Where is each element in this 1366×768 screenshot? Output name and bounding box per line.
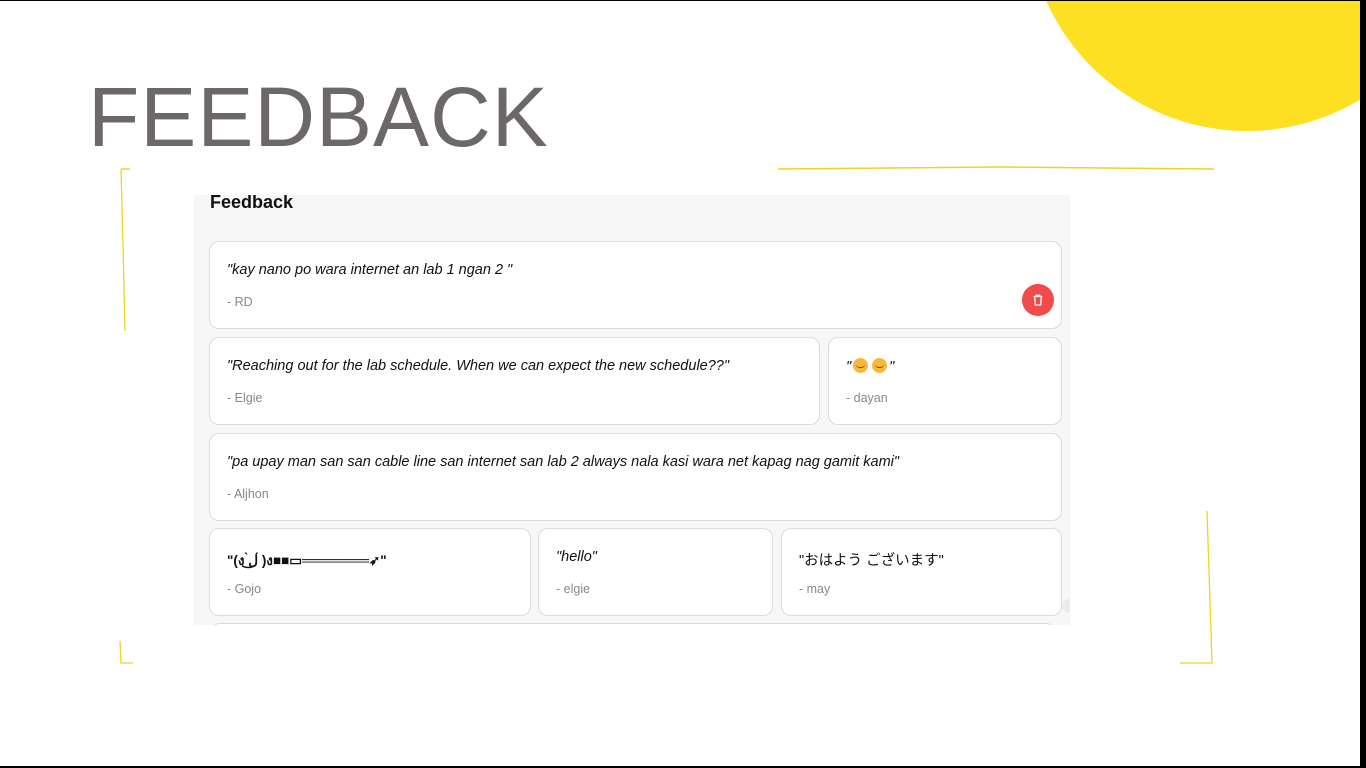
feedback-panel-screenshot: Feedback "kay nano po wara internet an l… [194, 195, 1070, 625]
smiling-face-icon [872, 358, 888, 373]
feedback-card-partial [210, 623, 1056, 625]
feedback-quote: "おはよう ございます" [799, 553, 944, 569]
feedback-quote: "pa upay man san san cable line san inte… [227, 454, 900, 470]
feedback-card: "Reaching out for the lab schedule. When… [209, 337, 820, 425]
feedback-card: "kay nano po wara internet an lab 1 ngan… [209, 241, 1062, 329]
feedback-quote: "hello" [556, 549, 597, 565]
feedback-quote: " " [846, 358, 894, 375]
feedback-author: - dayan [846, 391, 888, 405]
presentation-slide: FEEDBACK Feedback "kay nano po wara inte… [0, 0, 1366, 768]
feedback-author: - Elgie [227, 391, 263, 405]
feedback-card: "hello" - elgie [538, 528, 773, 616]
slide-title: FEEDBACK [88, 70, 549, 164]
feedback-quote: "(ง ̀ل͜ ́)ง■■▭═══════➶" [227, 553, 387, 568]
feedback-card: "おはよう ございます" - may [781, 528, 1062, 616]
panel-heading: Feedback [210, 195, 294, 212]
quote-close: " [889, 359, 895, 375]
feedback-card: "(ง ̀ل͜ ́)ง■■▭═══════➶" - Gojo [209, 528, 531, 616]
scroll-handle[interactable] [1062, 599, 1070, 613]
quote-open: " [846, 359, 852, 375]
feedback-card: "pa upay man san san cable line san inte… [209, 433, 1062, 521]
feedback-quote: "Reaching out for the lab schedule. When… [227, 358, 729, 374]
feedback-author: - RD [227, 295, 253, 309]
delete-button[interactable] [1022, 284, 1054, 316]
trash-icon [1033, 294, 1043, 306]
feedback-card: " " - dayan [828, 337, 1062, 425]
feedback-author: - may [799, 582, 831, 596]
smiling-face-icon [853, 358, 869, 373]
feedback-author: - Aljhon [227, 487, 269, 501]
decorative-yellow-circle [1027, 1, 1360, 131]
feedback-quote: "kay nano po wara internet an lab 1 ngan… [227, 262, 513, 278]
feedback-author: - elgie [556, 582, 591, 596]
feedback-author: - Gojo [227, 582, 262, 596]
